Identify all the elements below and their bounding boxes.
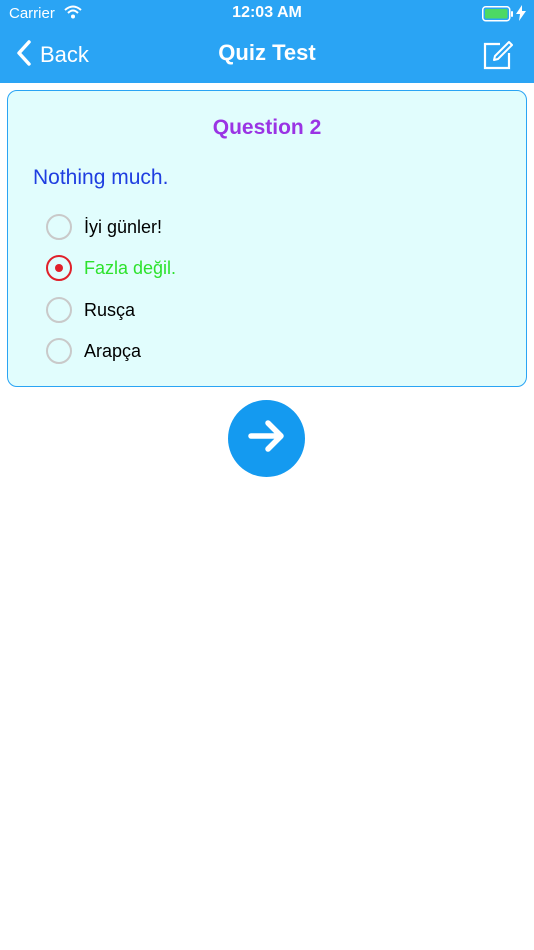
answer-option-label: Fazla değil.	[84, 257, 177, 278]
radio-button[interactable]	[46, 338, 72, 364]
radio-button[interactable]	[46, 214, 72, 240]
answer-option-2[interactable]: Fazla değil.	[46, 253, 176, 283]
arrow-right-icon	[247, 416, 287, 461]
battery-icon	[482, 6, 514, 27]
question-title: Question 2	[212, 116, 322, 139]
question-prompt: Nothing much.	[33, 166, 169, 189]
status-time: 12:03 AM	[232, 4, 302, 21]
radio-selected-dot	[55, 264, 63, 272]
question-card: Question 2 Nothing much. İyi günler! Faz…	[7, 90, 527, 387]
answer-option-4[interactable]: Arapça	[46, 336, 141, 366]
next-button[interactable]	[228, 400, 305, 477]
charging-bolt-icon	[516, 5, 526, 26]
answer-option-1[interactable]: İyi günler!	[46, 212, 162, 242]
edit-button[interactable]	[482, 39, 514, 76]
back-button-label: Back	[40, 42, 89, 67]
back-chevron-icon	[16, 39, 31, 71]
nav-bar: Carrier 12:03 AM Back Quiz Test	[0, 0, 534, 83]
status-bar: Carrier 12:03 AM	[0, 0, 534, 28]
answer-option-label: Rusça	[84, 299, 136, 320]
back-button[interactable]: Back	[16, 38, 89, 72]
radio-button-selected[interactable]	[46, 255, 72, 281]
edit-note-icon	[482, 41, 514, 75]
answer-option-3[interactable]: Rusça	[46, 295, 135, 325]
radio-button[interactable]	[46, 297, 72, 323]
answer-option-label: Arapça	[84, 340, 142, 361]
answer-option-label: İyi günler!	[84, 216, 163, 237]
